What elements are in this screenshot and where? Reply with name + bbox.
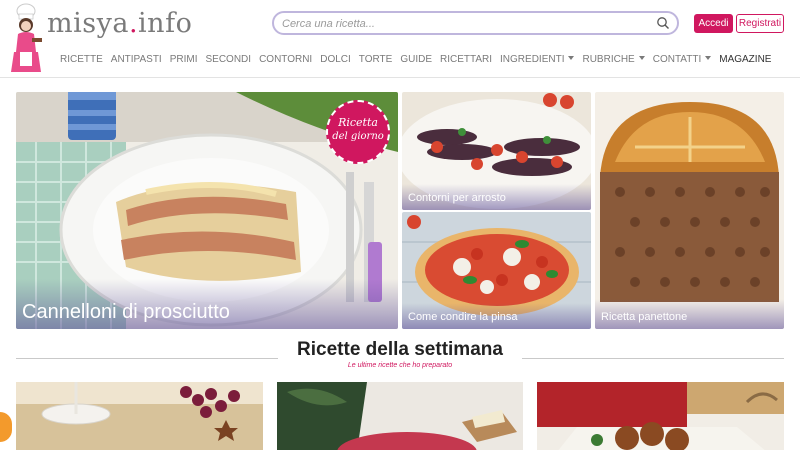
- nav-label: GUIDE: [400, 54, 432, 65]
- nav-label: CONTORNI: [259, 54, 313, 65]
- panettone-photo: [595, 92, 784, 329]
- nav-item-torte[interactable]: TORTE: [359, 52, 393, 68]
- nav-label: DOLCI: [320, 54, 351, 65]
- nav-label: TORTE: [358, 54, 393, 65]
- floating-side-tab[interactable]: [0, 412, 12, 442]
- recipe-of-day-badge: Ricetta del giorno: [326, 100, 390, 164]
- nav-label: RUBRICHE: [582, 54, 635, 65]
- main-nav: RICETTE ANTIPASTI PRIMI SECONDI CONTORNI…: [60, 52, 779, 68]
- login-button[interactable]: Accedi: [694, 14, 733, 33]
- recipe-card-photo: [16, 382, 263, 450]
- recipe-card[interactable]: [277, 382, 523, 450]
- register-button[interactable]: Registrati: [736, 14, 784, 33]
- site-logo[interactable]: misya.info: [47, 8, 192, 39]
- nav-item-ingredienti[interactable]: INGREDIENTI: [500, 52, 575, 68]
- search-icon[interactable]: [656, 16, 670, 30]
- hero-top-middle-title[interactable]: Contorni per arrosto: [408, 184, 591, 204]
- hero-right-tile[interactable]: Ricetta panettone: [595, 92, 784, 329]
- recipe-card[interactable]: [537, 382, 784, 450]
- section-subtitle: Le ultime ricette che ho preparato: [347, 362, 453, 369]
- nav-item-guide[interactable]: GUIDE: [400, 52, 432, 68]
- hero-top-middle-tile[interactable]: Contorni per arrosto: [402, 92, 591, 210]
- section-heading: Ricette della settimana: [0, 339, 800, 361]
- nav-item-antipasti[interactable]: ANTIPASTI: [111, 52, 162, 68]
- recipe-card[interactable]: [16, 382, 263, 450]
- section-title: Ricette della settimana: [297, 339, 503, 360]
- badge-line-1: Ricetta: [338, 116, 378, 129]
- nav-item-dolci[interactable]: DOLCI: [320, 52, 351, 68]
- nav-item-rubriche[interactable]: RUBRICHE: [582, 52, 645, 68]
- hero-bottom-middle-tile[interactable]: Come condire la pinsa: [402, 212, 591, 329]
- hero-main-caption: Cannelloni di prosciutto: [16, 279, 398, 329]
- nav-item-contorni[interactable]: CONTORNI: [259, 52, 312, 68]
- chevron-down-icon: [638, 56, 645, 60]
- nav-item-ricette[interactable]: RICETTE: [60, 52, 103, 68]
- nav-label: RICETTE: [60, 54, 103, 65]
- heading-divider-right: [522, 358, 784, 359]
- recipe-card-photo: [277, 382, 523, 450]
- hero-main-tile[interactable]: Ricetta del giorno Cannelloni di prosciu…: [16, 92, 398, 329]
- nav-label: ANTIPASTI: [110, 54, 162, 65]
- nav-label: INGREDIENTI: [500, 54, 565, 65]
- nav-label: CONTATTI: [652, 54, 702, 65]
- nav-label: PRIMI: [169, 54, 198, 65]
- badge-line-2: del giorno: [332, 131, 384, 142]
- hero-bottom-middle-title[interactable]: Come condire la pinsa: [408, 303, 591, 323]
- nav-item-contatti[interactable]: CONTATTI: [653, 52, 712, 68]
- nav-label: RICETTARI: [439, 54, 493, 65]
- hero-top-middle-caption: Contorni per arrosto: [402, 184, 591, 210]
- site-header: misya.info Accedi Registrati RICETTE ANT…: [0, 0, 800, 78]
- hero-right-caption: Ricetta panettone: [595, 299, 784, 329]
- logo-chef-figure-icon[interactable]: [8, 2, 44, 74]
- hero-main-title[interactable]: Cannelloni di prosciutto: [22, 279, 398, 324]
- nav-item-secondi[interactable]: SECONDI: [206, 52, 252, 68]
- recipe-card-photo: [537, 382, 784, 450]
- search-box: [272, 11, 679, 35]
- nav-item-primi[interactable]: PRIMI: [170, 52, 198, 68]
- hero-bottom-middle-caption: Come condire la pinsa: [402, 303, 591, 329]
- nav-item-ricettari[interactable]: RICETTARI: [440, 52, 492, 68]
- chevron-down-icon: [568, 56, 575, 60]
- heading-divider-left: [16, 358, 278, 359]
- logo-name: misya: [47, 8, 129, 39]
- nav-label: MAGAZINE: [719, 54, 772, 65]
- nav-label: SECONDI: [205, 54, 252, 65]
- chevron-down-icon: [705, 56, 712, 60]
- logo-dot: .: [128, 8, 139, 39]
- hero-right-title[interactable]: Ricetta panettone: [601, 299, 784, 323]
- search-input[interactable]: [282, 15, 642, 32]
- nav-item-magazine[interactable]: MAGAZINE: [719, 52, 771, 68]
- logo-suffix: info: [138, 8, 193, 39]
